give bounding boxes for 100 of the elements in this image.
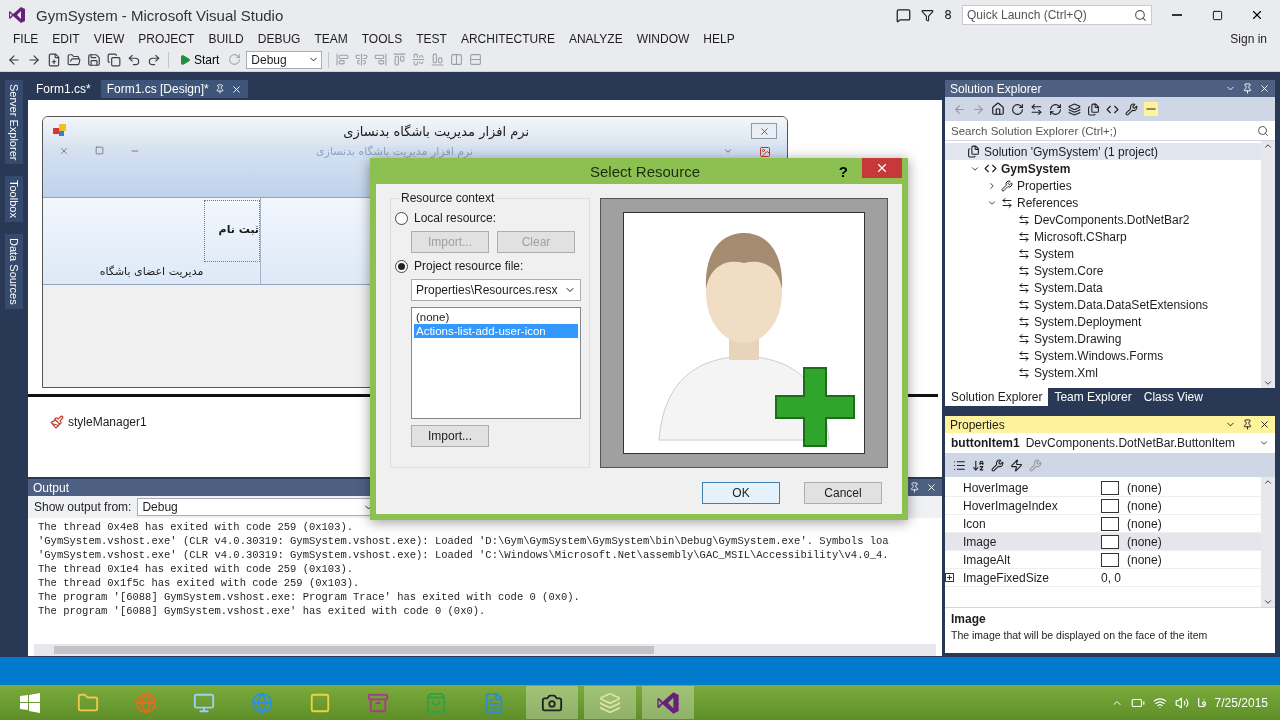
panel-tab[interactable]: Solution Explorer <box>945 388 1049 406</box>
search-field[interactable]: Search Solution Explorer (Ctrl+;) <box>945 121 1275 141</box>
reference-icon <box>1018 298 1030 311</box>
quick-launch-field[interactable]: Quick Launch (Ctrl+Q) <box>962 5 1152 25</box>
tree-item[interactable]: System <box>1034 246 1074 261</box>
tree-item[interactable]: System.Xml <box>1034 365 1098 380</box>
close-icon[interactable] <box>926 482 937 493</box>
list-item[interactable]: (none) <box>414 310 578 324</box>
alphabetical-icon[interactable] <box>972 458 985 472</box>
pin-icon[interactable] <box>214 84 225 94</box>
caret-icon <box>1259 438 1269 448</box>
start-button[interactable]: Start <box>175 49 224 70</box>
resource-file-select[interactable]: Properties\Resources.resx <box>411 279 581 301</box>
side-tab[interactable]: Server Explorer <box>5 80 23 165</box>
save-all-icon <box>107 52 121 67</box>
tree-item[interactable]: DevComponents.DotNetBar2 <box>1034 212 1190 227</box>
import-button[interactable]: Import... <box>411 425 489 447</box>
output-line: 'GymSystem.vshost.exe' (CLR v4.0.30319: GymSystem.vshost.exe): Loaded 'D:\Gym\GymSystem\GymSystem\bin\Debug\GymSystem.exe'. Symbols loa <box>38 534 889 548</box>
tree-item[interactable]: System.Deployment <box>1034 314 1142 329</box>
vertical-scrollbar[interactable] <box>1261 141 1275 388</box>
pin-icon[interactable] <box>1242 83 1253 94</box>
sync-icon[interactable] <box>1030 102 1043 116</box>
home-icon[interactable] <box>991 102 1005 116</box>
menu-item[interactable]: EDIT <box>45 30 87 48</box>
close-icon[interactable] <box>230 83 242 95</box>
panel-tab[interactable]: Class View <box>1137 388 1209 406</box>
document-tab[interactable]: Form1.cs* <box>30 80 97 98</box>
undo-icon <box>127 52 141 67</box>
tree-item[interactable]: References <box>1017 195 1079 210</box>
caret-icon[interactable] <box>723 146 733 156</box>
feedback-icon[interactable] <box>896 7 912 23</box>
filter-icon[interactable] <box>921 8 935 22</box>
wrench-icon[interactable] <box>1125 102 1138 116</box>
component-tray-item[interactable]: styleManager1 <box>68 415 147 429</box>
categorized-icon[interactable] <box>953 458 966 472</box>
menu-item[interactable]: TOOLS <box>354 30 410 48</box>
scroll-down-icon <box>1263 378 1273 388</box>
taskbar-app-button[interactable] <box>642 686 694 719</box>
radio-button[interactable] <box>395 259 408 273</box>
menu-item[interactable]: BUILD <box>201 30 251 48</box>
menu-item[interactable]: ARCHITECTURE <box>453 30 562 48</box>
volume-icon[interactable] <box>1174 695 1189 710</box>
horizontal-scrollbar[interactable] <box>34 644 936 656</box>
menu-item[interactable]: TEAM <box>307 30 355 48</box>
reference-icon <box>1001 196 1013 209</box>
property-row[interactable]: Image (none) <box>945 533 1261 551</box>
dialog-button[interactable]: Cancel <box>804 482 882 504</box>
refresh-icon[interactable] <box>1049 102 1062 116</box>
close-icon <box>758 125 770 137</box>
sign-in-link[interactable]: Sign in <box>1223 30 1274 48</box>
tree-item[interactable]: Microsoft.CSharp <box>1034 229 1127 244</box>
vertical-scrollbar[interactable] <box>1261 477 1275 607</box>
scroll-up-icon <box>1263 477 1273 487</box>
form-close-button[interactable] <box>751 123 777 139</box>
dialog-button[interactable]: OK <box>702 482 780 504</box>
tree-item[interactable]: System.Data <box>1034 280 1103 295</box>
property-name: ImageAlt <box>962 552 1012 567</box>
menu-item[interactable]: FILE <box>6 30 46 48</box>
configuration-select[interactable]: Debug <box>246 50 323 69</box>
close-icon[interactable] <box>1259 83 1270 94</box>
menu-item[interactable]: TEST <box>409 30 454 48</box>
menu-item[interactable]: ANALYZE <box>561 30 630 48</box>
radio-label[interactable]: Project resource file: <box>414 259 524 273</box>
tree-item[interactable]: System.Data.DataSetExtensions <box>1034 297 1209 312</box>
tree-item[interactable]: Properties <box>1017 178 1072 193</box>
network-icon[interactable] <box>1152 695 1167 710</box>
help-button[interactable]: ? <box>838 162 848 180</box>
tree-item[interactable]: System.Windows.Forms <box>1034 348 1164 363</box>
ribbon-button[interactable]: ثبت نام <box>204 200 260 262</box>
tree-item[interactable]: System.Drawing <box>1034 331 1122 346</box>
property-row[interactable]: HoverImage (none) <box>945 479 1261 497</box>
menu-item[interactable]: DEBUG <box>250 30 308 48</box>
property-name: Image <box>962 534 998 549</box>
side-tab[interactable]: Toolbox <box>5 176 23 223</box>
events-icon[interactable] <box>1010 458 1023 472</box>
side-tab[interactable]: Data Sources <box>5 234 23 309</box>
properties-icon[interactable] <box>991 458 1004 472</box>
taskbar-app-button[interactable] <box>526 686 578 719</box>
menu-item[interactable]: VIEW <box>86 30 132 48</box>
history-icon[interactable] <box>1011 102 1024 116</box>
expand-icon[interactable] <box>945 572 954 582</box>
panel-tab[interactable]: Team Explorer <box>1048 388 1138 406</box>
pin-icon[interactable] <box>1242 419 1253 430</box>
document-tab[interactable]: Form1.cs [Design]* <box>100 80 248 98</box>
property-row[interactable]: HoverImageIndex (none) <box>945 497 1261 515</box>
menu-item[interactable]: HELP <box>696 30 742 48</box>
object-select[interactable]: buttonItem1 DevComponents.DotNetBar.ButtonItem <box>945 433 1275 453</box>
scroll-up-icon <box>1263 141 1273 151</box>
property-row[interactable]: ImageAlt (none) <box>945 551 1261 569</box>
radio-label[interactable]: Local resource: <box>414 211 497 225</box>
pin-icon[interactable] <box>909 482 920 493</box>
tree-item[interactable]: System.Core <box>1034 263 1104 278</box>
close-icon[interactable] <box>1259 419 1270 430</box>
output-line: The thread 0x1f5c has exited with code 259 (0x103). <box>38 576 360 590</box>
show-all-files-icon[interactable] <box>1087 102 1100 116</box>
tree-item[interactable]: GymSystem <box>1001 161 1071 176</box>
menu-item[interactable]: PROJECT <box>131 30 202 48</box>
property-row[interactable]: Icon (none) <box>945 515 1261 533</box>
radio-button[interactable] <box>395 211 408 225</box>
menu-item[interactable]: WINDOW <box>629 30 697 48</box>
